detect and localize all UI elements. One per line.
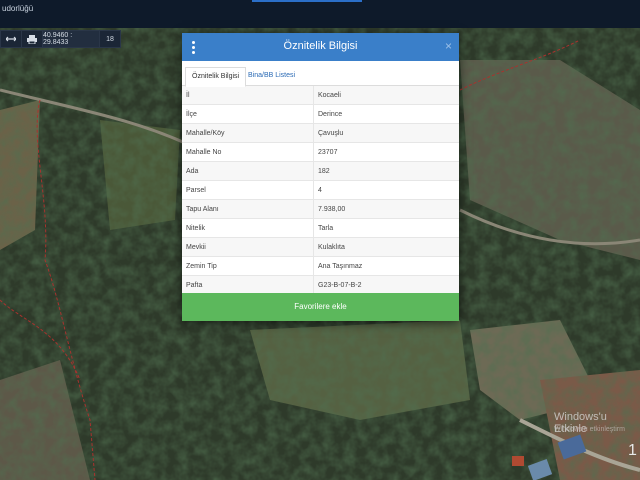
attribute-key: Ada xyxy=(182,161,314,181)
tab-building-list[interactable]: Bina/BB Listesi xyxy=(242,67,301,85)
attribute-key: Pafta xyxy=(182,275,314,295)
attribute-value: Ana Taşınmaz xyxy=(313,256,459,276)
attribute-key: Mahalle/Köy xyxy=(182,123,314,143)
coordinate-readout: 40.9460 : 29.8433 xyxy=(43,31,100,47)
top-bar: udorlüğü xyxy=(0,0,640,28)
print-button[interactable] xyxy=(22,31,43,47)
map-toolbar: 40.9460 : 29.8433 18 xyxy=(0,30,121,48)
table-row: Zemin Tip Ana Taşınmaz xyxy=(182,256,459,276)
close-icon[interactable]: × xyxy=(445,39,452,53)
activation-watermark-subtext: Windows'u etkinleştirm xyxy=(554,426,625,433)
attribute-value: Tarla xyxy=(313,218,459,238)
attribute-key: Mevkii xyxy=(182,237,314,257)
attribute-value: G23-B-07-B-2 xyxy=(313,275,459,295)
table-row: Tapu Alanı 7.938,00 xyxy=(182,199,459,219)
attribute-table: İl Kocaeli İlçe Derince Mahalle/Köy Çavuşlu… xyxy=(182,86,459,295)
attribute-value: Kulaklıta xyxy=(313,237,459,257)
attribute-value: 7.938,00 xyxy=(313,199,459,219)
table-row: Mahalle No 23707 xyxy=(182,142,459,162)
table-row: İlçe Derince xyxy=(182,104,459,124)
attribute-value: Kocaeli xyxy=(313,86,459,105)
attribute-value: Çavuşlu xyxy=(313,123,459,143)
attribute-info-dialog: Öznitelik Bilgisi × Öznitelik Bilgisi Bi… xyxy=(182,33,459,321)
organization-name: udorlüğü xyxy=(2,4,34,13)
attribute-key: Tapu Alanı xyxy=(182,199,314,219)
page-number: 1 xyxy=(628,442,637,459)
attribute-value: 4 xyxy=(313,180,459,200)
table-row: İl Kocaeli xyxy=(182,86,459,105)
attribute-key: Mahalle No xyxy=(182,142,314,162)
printer-icon xyxy=(27,34,37,44)
attribute-value: 23707 xyxy=(313,142,459,162)
tab-attribute-info[interactable]: Öznitelik Bilgisi xyxy=(185,67,247,87)
attribute-key: İlçe xyxy=(182,104,314,124)
table-row: Ada 182 xyxy=(182,161,459,181)
attribute-key: Nitelik xyxy=(182,218,314,238)
add-to-favorites-button[interactable]: Favorilere ekle xyxy=(182,293,459,321)
attribute-value: Derince xyxy=(313,104,459,124)
table-row: Mahalle/Köy Çavuşlu xyxy=(182,123,459,143)
attribute-value: 182 xyxy=(313,161,459,181)
measure-icon xyxy=(6,36,16,42)
attribute-key: Zemin Tip xyxy=(182,256,314,276)
measure-button[interactable] xyxy=(1,31,22,47)
dialog-tabs: Öznitelik Bilgisi Bina/BB Listesi xyxy=(182,61,459,87)
table-row: Pafta G23-B-07-B-2 xyxy=(182,275,459,295)
zoom-level: 18 xyxy=(106,35,114,43)
top-bar-accent xyxy=(252,0,362,2)
attribute-key: İl xyxy=(182,86,314,105)
dialog-title: Öznitelik Bilgisi xyxy=(283,40,358,52)
table-row: Mevkii Kulaklıta xyxy=(182,237,459,257)
attribute-key: Parsel xyxy=(182,180,314,200)
dialog-header: Öznitelik Bilgisi × xyxy=(182,33,459,61)
table-row: Nitelik Tarla xyxy=(182,218,459,238)
table-row: Parsel 4 xyxy=(182,180,459,200)
